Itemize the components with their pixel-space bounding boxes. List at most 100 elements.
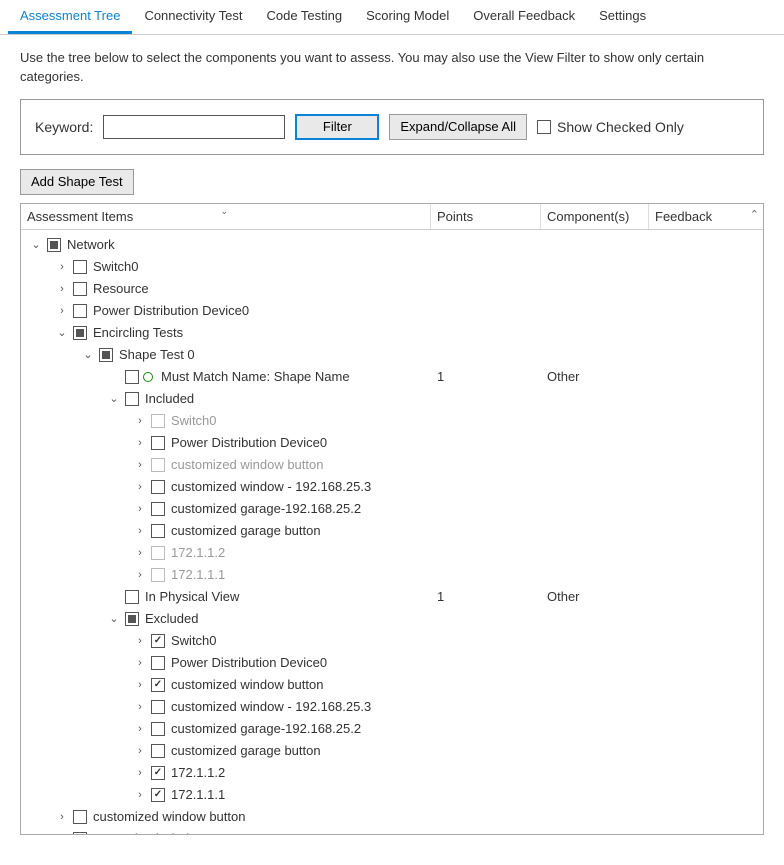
chevron-right-icon[interactable]: ›: [133, 722, 147, 736]
tree-checkbox[interactable]: [151, 700, 165, 714]
tree-row[interactable]: ⌄Encircling Tests: [21, 322, 763, 344]
filter-button[interactable]: Filter: [295, 114, 379, 140]
chevron-right-icon[interactable]: ›: [55, 832, 69, 834]
chevron-right-icon[interactable]: ›: [55, 282, 69, 296]
column-header-points[interactable]: Points: [431, 204, 541, 229]
tree-checkbox[interactable]: [73, 832, 87, 834]
tree-row[interactable]: ⌄Excluded: [21, 608, 763, 630]
tree-row[interactable]: ›customized garage button: [21, 520, 763, 542]
tree-checkbox[interactable]: [99, 348, 113, 362]
tree-row[interactable]: ›Switch0: [21, 256, 763, 278]
tab-scoring-model[interactable]: Scoring Model: [354, 0, 461, 34]
chevron-right-icon[interactable]: ›: [133, 744, 147, 758]
tree-row[interactable]: ›172.1.1.2: [21, 542, 763, 564]
tree-checkbox[interactable]: [151, 524, 165, 538]
tree-checkbox[interactable]: [125, 590, 139, 604]
tree-row[interactable]: ⌄Shape Test 0: [21, 344, 763, 366]
tree-checkbox[interactable]: [73, 304, 87, 318]
chevron-right-icon[interactable]: ›: [133, 524, 147, 538]
tree-checkbox[interactable]: [73, 326, 87, 340]
tree-checkbox[interactable]: [151, 744, 165, 758]
tab-connectivity-test[interactable]: Connectivity Test: [132, 0, 254, 34]
tree-row[interactable]: ⌄Included: [21, 388, 763, 410]
sort-caret-icon[interactable]: ⌄: [221, 206, 231, 212]
tree-row[interactable]: ›customized window button: [21, 674, 763, 696]
tab-code-testing[interactable]: Code Testing: [254, 0, 354, 34]
tree-checkbox[interactable]: [151, 458, 165, 472]
tree-checkbox[interactable]: [151, 436, 165, 450]
tree-row[interactable]: ›172.1.1.1: [21, 784, 763, 806]
keyword-input[interactable]: [103, 115, 285, 139]
tree-checkbox[interactable]: [151, 502, 165, 516]
column-header-components[interactable]: Component(s): [541, 204, 649, 229]
tree-row[interactable]: ›customized window - 192.168.25.3: [21, 476, 763, 498]
chevron-right-icon[interactable]: ›: [133, 568, 147, 582]
tree-row[interactable]: ›Resource: [21, 278, 763, 300]
tree-row[interactable]: ›customized window - 192.168.25.3: [21, 828, 763, 834]
tree-checkbox[interactable]: [125, 370, 139, 384]
tree-row[interactable]: ›Must Match Name: Shape Name1Other: [21, 366, 763, 388]
chevron-right-icon[interactable]: ›: [133, 502, 147, 516]
tree-row[interactable]: ›customized window - 192.168.25.3: [21, 696, 763, 718]
column-header-items[interactable]: Assessment Items ⌄: [21, 204, 431, 229]
tree-checkbox[interactable]: [151, 656, 165, 670]
tree-checkbox[interactable]: [151, 414, 165, 428]
chevron-right-icon[interactable]: ›: [133, 436, 147, 450]
chevron-down-icon[interactable]: ⌄: [29, 238, 43, 252]
show-checked-only-option[interactable]: Show Checked Only: [537, 119, 684, 135]
chevron-right-icon[interactable]: ›: [133, 480, 147, 494]
tab-assessment-tree[interactable]: Assessment Tree: [8, 0, 132, 34]
tree-checkbox[interactable]: [151, 788, 165, 802]
chevron-down-icon[interactable]: ⌄: [107, 392, 121, 406]
tree-row[interactable]: ›Switch0: [21, 410, 763, 432]
chevron-right-icon[interactable]: ›: [133, 766, 147, 780]
tree-checkbox[interactable]: [151, 678, 165, 692]
tree-checkbox[interactable]: [151, 546, 165, 560]
tree-row[interactable]: ›Power Distribution Device0: [21, 300, 763, 322]
tree-row[interactable]: ›In Physical View1Other: [21, 586, 763, 608]
chevron-down-icon[interactable]: ⌄: [81, 348, 95, 362]
add-shape-test-button[interactable]: Add Shape Test: [20, 169, 134, 195]
chevron-down-icon[interactable]: ⌄: [55, 326, 69, 340]
tree-row[interactable]: ⌄Network: [21, 234, 763, 256]
chevron-right-icon[interactable]: ›: [55, 304, 69, 318]
tree-checkbox[interactable]: [151, 480, 165, 494]
chevron-right-icon[interactable]: ›: [133, 678, 147, 692]
tree-row[interactable]: ›customized garage-192.168.25.2: [21, 498, 763, 520]
chevron-right-icon[interactable]: ›: [133, 656, 147, 670]
tree-checkbox[interactable]: [73, 260, 87, 274]
tree-row[interactable]: ›Power Distribution Device0: [21, 432, 763, 454]
chevron-down-icon[interactable]: ⌄: [107, 612, 121, 626]
tree-checkbox[interactable]: [125, 612, 139, 626]
tree-checkbox[interactable]: [151, 766, 165, 780]
tree-row[interactable]: ›customized window button: [21, 454, 763, 476]
chevron-right-icon[interactable]: ›: [133, 788, 147, 802]
chevron-right-icon[interactable]: ›: [133, 546, 147, 560]
tab-settings[interactable]: Settings: [587, 0, 658, 34]
tree-checkbox[interactable]: [47, 238, 61, 252]
chevron-right-icon[interactable]: ›: [133, 414, 147, 428]
tree-row[interactable]: ›customized garage button: [21, 740, 763, 762]
tree-row[interactable]: ›172.1.1.1: [21, 564, 763, 586]
tree-checkbox[interactable]: [73, 810, 87, 824]
chevron-right-icon[interactable]: ›: [133, 634, 147, 648]
tree-row[interactable]: ›Switch0: [21, 630, 763, 652]
chevron-right-icon[interactable]: ›: [55, 810, 69, 824]
tree-row[interactable]: ›customized window button: [21, 806, 763, 828]
tree-checkbox[interactable]: [151, 722, 165, 736]
chevron-right-icon[interactable]: ›: [55, 260, 69, 274]
tree-row[interactable]: ›172.1.1.2: [21, 762, 763, 784]
expand-collapse-button[interactable]: Expand/Collapse All: [389, 114, 527, 140]
tree-checkbox[interactable]: [73, 282, 87, 296]
tree-checkbox[interactable]: [151, 634, 165, 648]
tree-row[interactable]: ›customized garage-192.168.25.2: [21, 718, 763, 740]
tree-checkbox[interactable]: [151, 568, 165, 582]
column-header-feedback[interactable]: Feedback: [649, 204, 763, 229]
tree-checkbox[interactable]: [125, 392, 139, 406]
tree-row[interactable]: ›Power Distribution Device0: [21, 652, 763, 674]
show-checked-only-checkbox[interactable]: [537, 120, 551, 134]
scroll-up-icon[interactable]: ⌃: [750, 208, 759, 221]
chevron-right-icon[interactable]: ›: [133, 700, 147, 714]
tab-overall-feedback[interactable]: Overall Feedback: [461, 0, 587, 34]
chevron-right-icon[interactable]: ›: [133, 458, 147, 472]
